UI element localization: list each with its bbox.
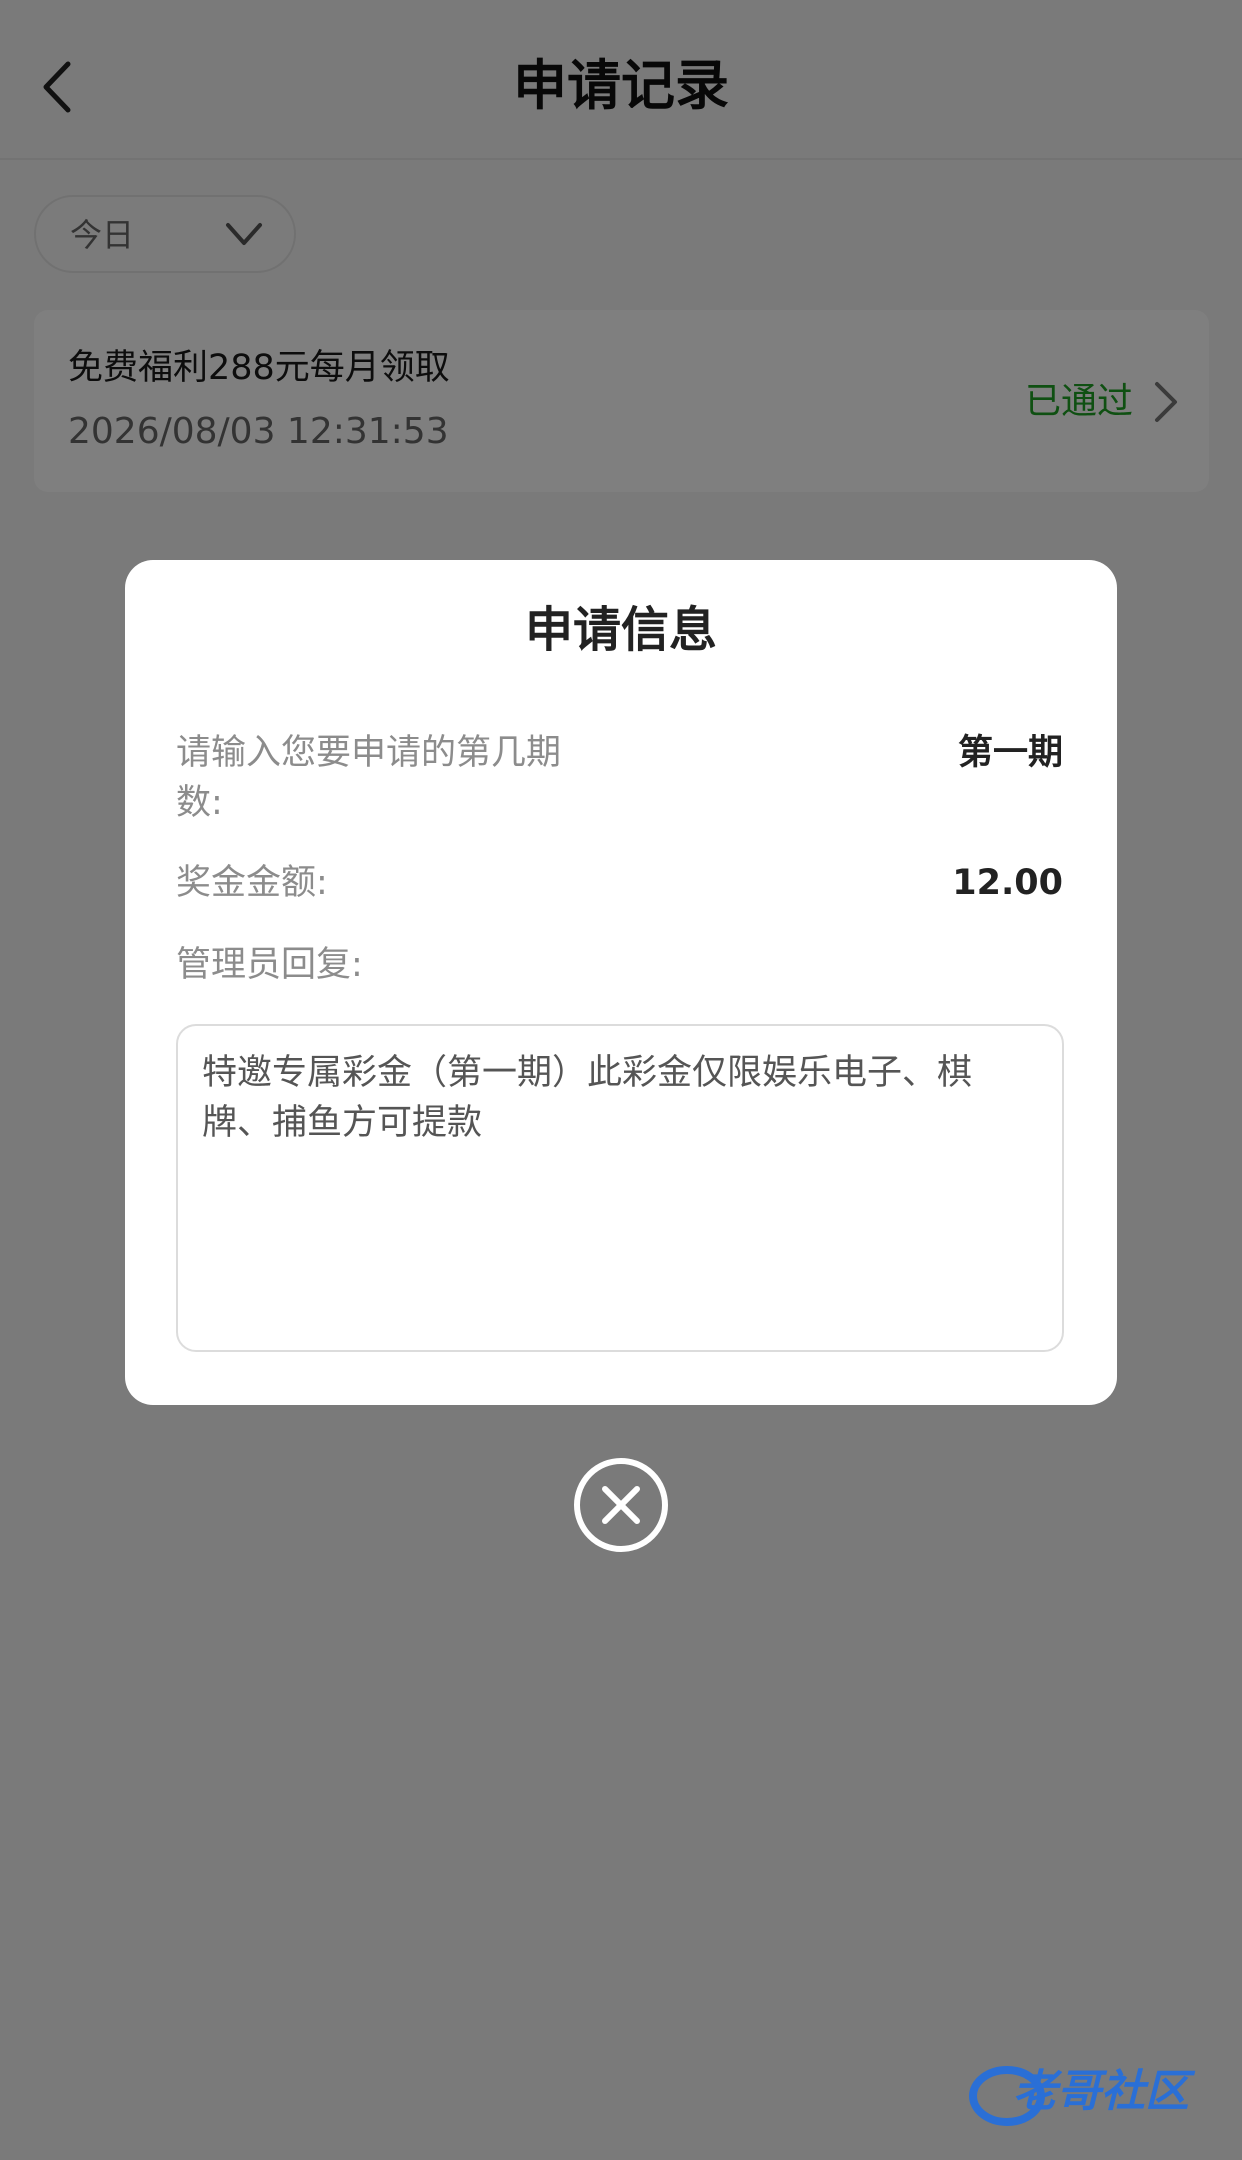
- close-icon[interactable]: [573, 1457, 669, 1553]
- watermark-text: 老哥社区: [1013, 2066, 1189, 2117]
- period-value: 第一期: [957, 733, 1063, 773]
- application-info-dialog: 申请信息 请输入您要申请的第几期 数: 第一期 奖金金额: 12.00 管理员回…: [125, 560, 1117, 1405]
- amount-label: 奖金金额:: [176, 863, 328, 903]
- period-label-line1: 请输入您要申请的第几期: [176, 733, 562, 773]
- admin-reply-textarea[interactable]: 特邀专属彩金（第一期）此彩金仅限娱乐电子、棋牌、捕鱼方可提款: [176, 1024, 1064, 1352]
- period-label-line2: 数:: [176, 783, 223, 823]
- dialog-title: 申请信息: [524, 602, 717, 658]
- admin-reply-label: 管理员回复:: [176, 945, 363, 985]
- watermark-logo: 老哥社区: [965, 2050, 1227, 2136]
- amount-value: 12.00: [952, 863, 1063, 903]
